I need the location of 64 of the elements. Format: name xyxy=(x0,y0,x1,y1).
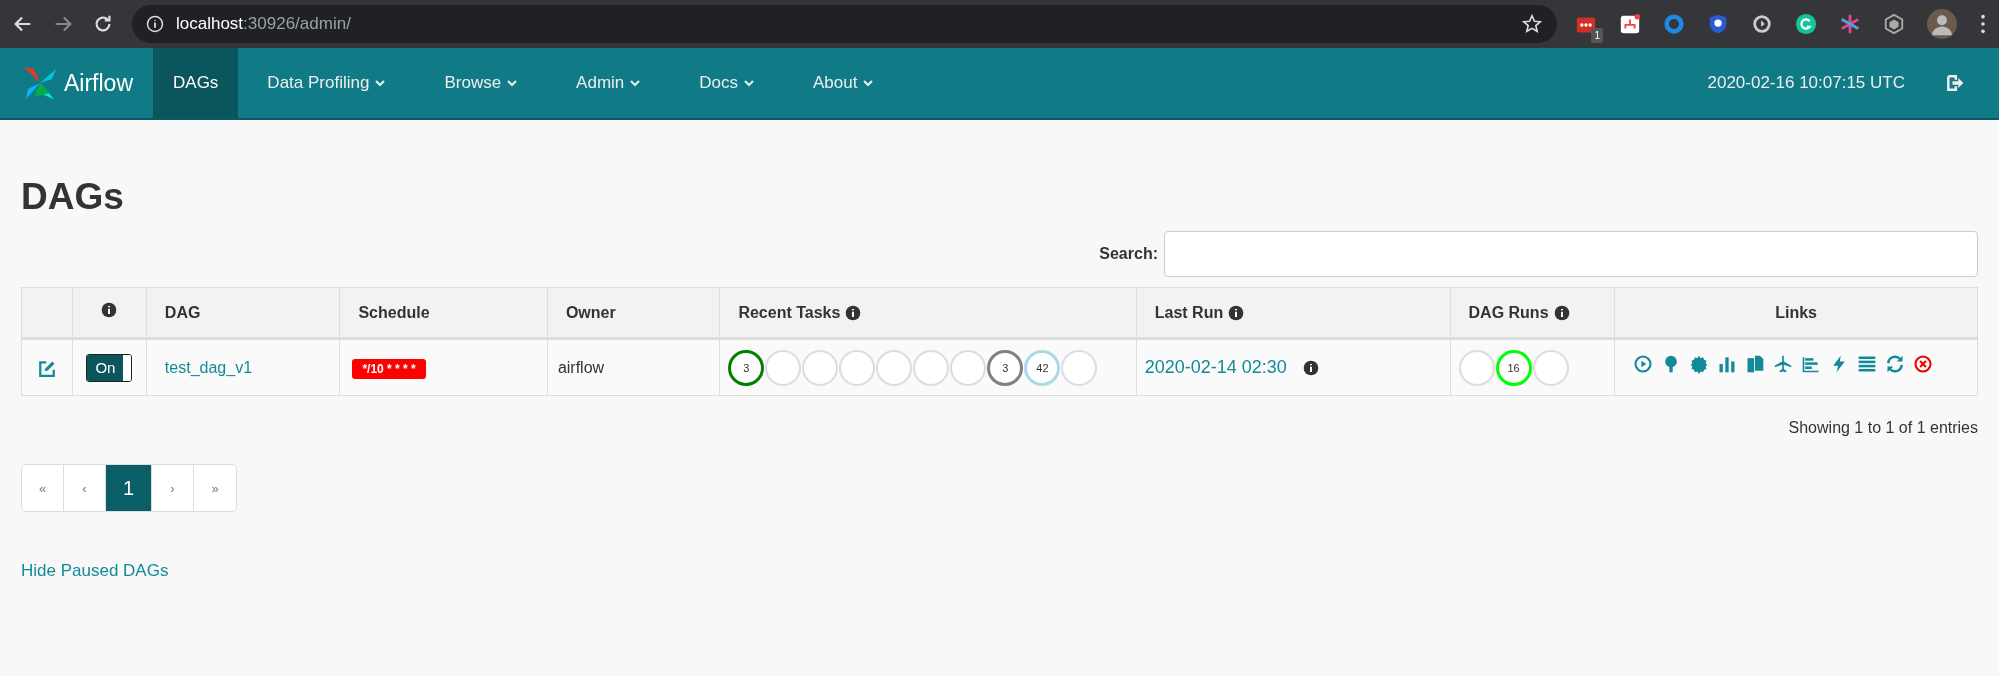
star-icon[interactable] xyxy=(1521,13,1543,35)
brand-name: Airflow xyxy=(64,68,133,98)
badge-icon[interactable] xyxy=(1689,354,1710,375)
status-circle[interactable]: 3 xyxy=(728,349,765,386)
grammar-extension-icon[interactable] xyxy=(1795,13,1817,35)
extension-badge: 1 xyxy=(1591,28,1603,43)
search-label: Search: xyxy=(1099,244,1158,265)
info-icon[interactable] xyxy=(1228,304,1245,321)
page-button[interactable]: › xyxy=(152,465,194,512)
brand-link[interactable]: Airflow xyxy=(20,48,153,118)
logout-icon[interactable] xyxy=(1945,73,1965,93)
info-icon[interactable] xyxy=(101,301,118,318)
column-header: Links xyxy=(1614,287,1978,339)
page-button[interactable]: « xyxy=(22,465,64,512)
edit-icon[interactable] xyxy=(37,359,56,378)
page-button[interactable]: » xyxy=(194,465,236,512)
status-circle[interactable]: 42 xyxy=(1024,349,1061,386)
sitemap-extension-icon[interactable] xyxy=(1619,13,1641,35)
nav-tab[interactable]: Docs xyxy=(670,48,785,118)
refresh-extension-icon[interactable] xyxy=(1751,13,1773,35)
list-icon[interactable] xyxy=(1857,354,1878,375)
nav-tab[interactable]: DAGs xyxy=(153,48,239,118)
cube-extension-icon[interactable] xyxy=(1883,13,1905,35)
column-header: Recent Tasks xyxy=(719,287,1137,339)
more-menu-icon[interactable] xyxy=(1979,13,1987,35)
align-left-icon[interactable] xyxy=(1801,354,1822,375)
column-header: DAG Runs xyxy=(1450,287,1615,339)
url-text: localhost:30926/admin/ xyxy=(176,13,351,36)
info-icon xyxy=(146,15,164,33)
refresh-icon[interactable] xyxy=(1885,354,1906,375)
bar-chart-icon[interactable] xyxy=(1717,354,1738,375)
play-circle-icon[interactable] xyxy=(1633,354,1654,375)
column-header: Last Run xyxy=(1136,287,1451,339)
column-header: DAG xyxy=(146,287,340,339)
nav-tab[interactable]: Data Profiling xyxy=(238,48,416,118)
clock-text: 2020-02-16 10:07:15 UTC xyxy=(1707,72,1905,95)
status-circle[interactable]: 3 xyxy=(987,349,1024,386)
search-field[interactable] xyxy=(1164,231,1978,278)
hide-paused-link[interactable]: Hide Paused DAGs xyxy=(21,558,169,584)
nav-tab[interactable]: Browse xyxy=(415,48,548,118)
schedule-label: */10 * * * * xyxy=(352,358,426,379)
info-icon[interactable] xyxy=(1553,304,1570,321)
avatar-icon[interactable] xyxy=(1927,9,1957,39)
delete-circle-icon[interactable] xyxy=(1913,354,1934,375)
column-header: Schedule xyxy=(339,287,548,339)
nav-tab[interactable]: About xyxy=(784,48,904,118)
address-bar[interactable]: localhost:30926/admin/ xyxy=(132,5,1557,43)
status-circle[interactable]: 16 xyxy=(1495,349,1532,386)
owner-cell: airflow xyxy=(547,338,720,396)
dag-link[interactable]: test_dag_v1 xyxy=(164,358,253,376)
shield-extension-icon[interactable] xyxy=(1707,13,1729,35)
nav-tab[interactable]: Admin xyxy=(547,48,671,118)
page-title: DAGs xyxy=(21,175,125,219)
plane-icon[interactable] xyxy=(1773,354,1794,375)
page-button[interactable]: 1 xyxy=(106,465,152,512)
table-info: Showing 1 to 1 of 1 entries xyxy=(1787,418,1978,439)
info-icon[interactable] xyxy=(1302,359,1319,376)
files-icon[interactable] xyxy=(1745,354,1766,375)
page-button[interactable]: ‹ xyxy=(64,465,106,512)
ring-extension-icon[interactable] xyxy=(1663,13,1685,35)
info-icon[interactable] xyxy=(845,304,862,321)
asterisk-extension-icon[interactable] xyxy=(1839,13,1861,35)
column-header: Owner xyxy=(547,287,720,339)
toggle-switch[interactable]: On xyxy=(86,353,133,382)
